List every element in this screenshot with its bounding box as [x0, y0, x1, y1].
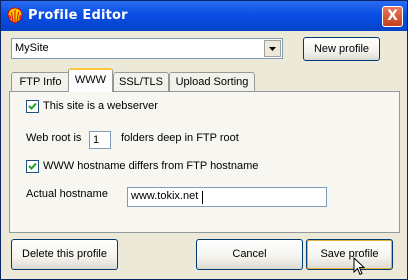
tab-ssl-tls-label: SSL/TLS — [118, 76, 164, 88]
tab-ssl-tls[interactable]: SSL/TLS — [113, 72, 169, 92]
cancel-label: Cancel — [232, 248, 267, 260]
actual-hostname-value: www.tokix.net — [131, 190, 199, 202]
check-icon — [28, 102, 37, 110]
tab-ftp-info-label: FTP Info — [19, 76, 62, 88]
web-root-suffix: folders deep in FTP root — [121, 132, 239, 144]
webserver-checkbox[interactable] — [26, 100, 39, 113]
actual-hostname-input[interactable]: www.tokix.net — [127, 187, 327, 207]
save-profile-label: Save profile — [320, 248, 379, 260]
web-root-prefix: Web root is — [26, 132, 82, 144]
check-icon — [28, 162, 37, 170]
mouse-pointer-icon — [353, 257, 365, 276]
profile-editor-window: Profile Editor X MySite New profile FTP … — [0, 0, 408, 280]
web-root-depth-input[interactable]: 1 — [89, 131, 111, 149]
profile-select-value: MySite — [15, 42, 49, 54]
web-root-depth-value: 1 — [93, 134, 100, 146]
new-profile-button[interactable]: New profile — [303, 37, 380, 61]
tab-upload-sorting[interactable]: Upload Sorting — [169, 72, 255, 92]
window-title: Profile Editor — [28, 8, 128, 23]
hostname-differs-label: WWW hostname differs from FTP hostname — [43, 160, 259, 172]
tab-upload-sorting-label: Upload Sorting — [175, 76, 249, 88]
shell-icon — [7, 7, 23, 24]
actual-hostname-label: Actual hostname — [26, 188, 108, 200]
close-icon[interactable]: X — [382, 6, 403, 27]
tab-www[interactable]: WWW — [68, 68, 113, 92]
delete-profile-button[interactable]: Delete this profile — [11, 239, 118, 270]
delete-profile-label: Delete this profile — [22, 248, 107, 260]
tab-www-label: WWW — [74, 74, 107, 86]
chevron-down-icon[interactable] — [264, 40, 281, 57]
text-caret — [202, 191, 203, 204]
webserver-label: This site is a webserver — [43, 100, 158, 112]
cancel-button[interactable]: Cancel — [196, 239, 303, 270]
new-profile-label: New profile — [313, 43, 370, 55]
profile-select[interactable]: MySite — [11, 38, 283, 59]
title-bar[interactable]: Profile Editor X — [1, 1, 407, 31]
hostname-differs-checkbox[interactable] — [26, 160, 39, 173]
tab-ftp-info[interactable]: FTP Info — [11, 72, 70, 92]
save-profile-button[interactable]: Save profile — [306, 239, 393, 270]
